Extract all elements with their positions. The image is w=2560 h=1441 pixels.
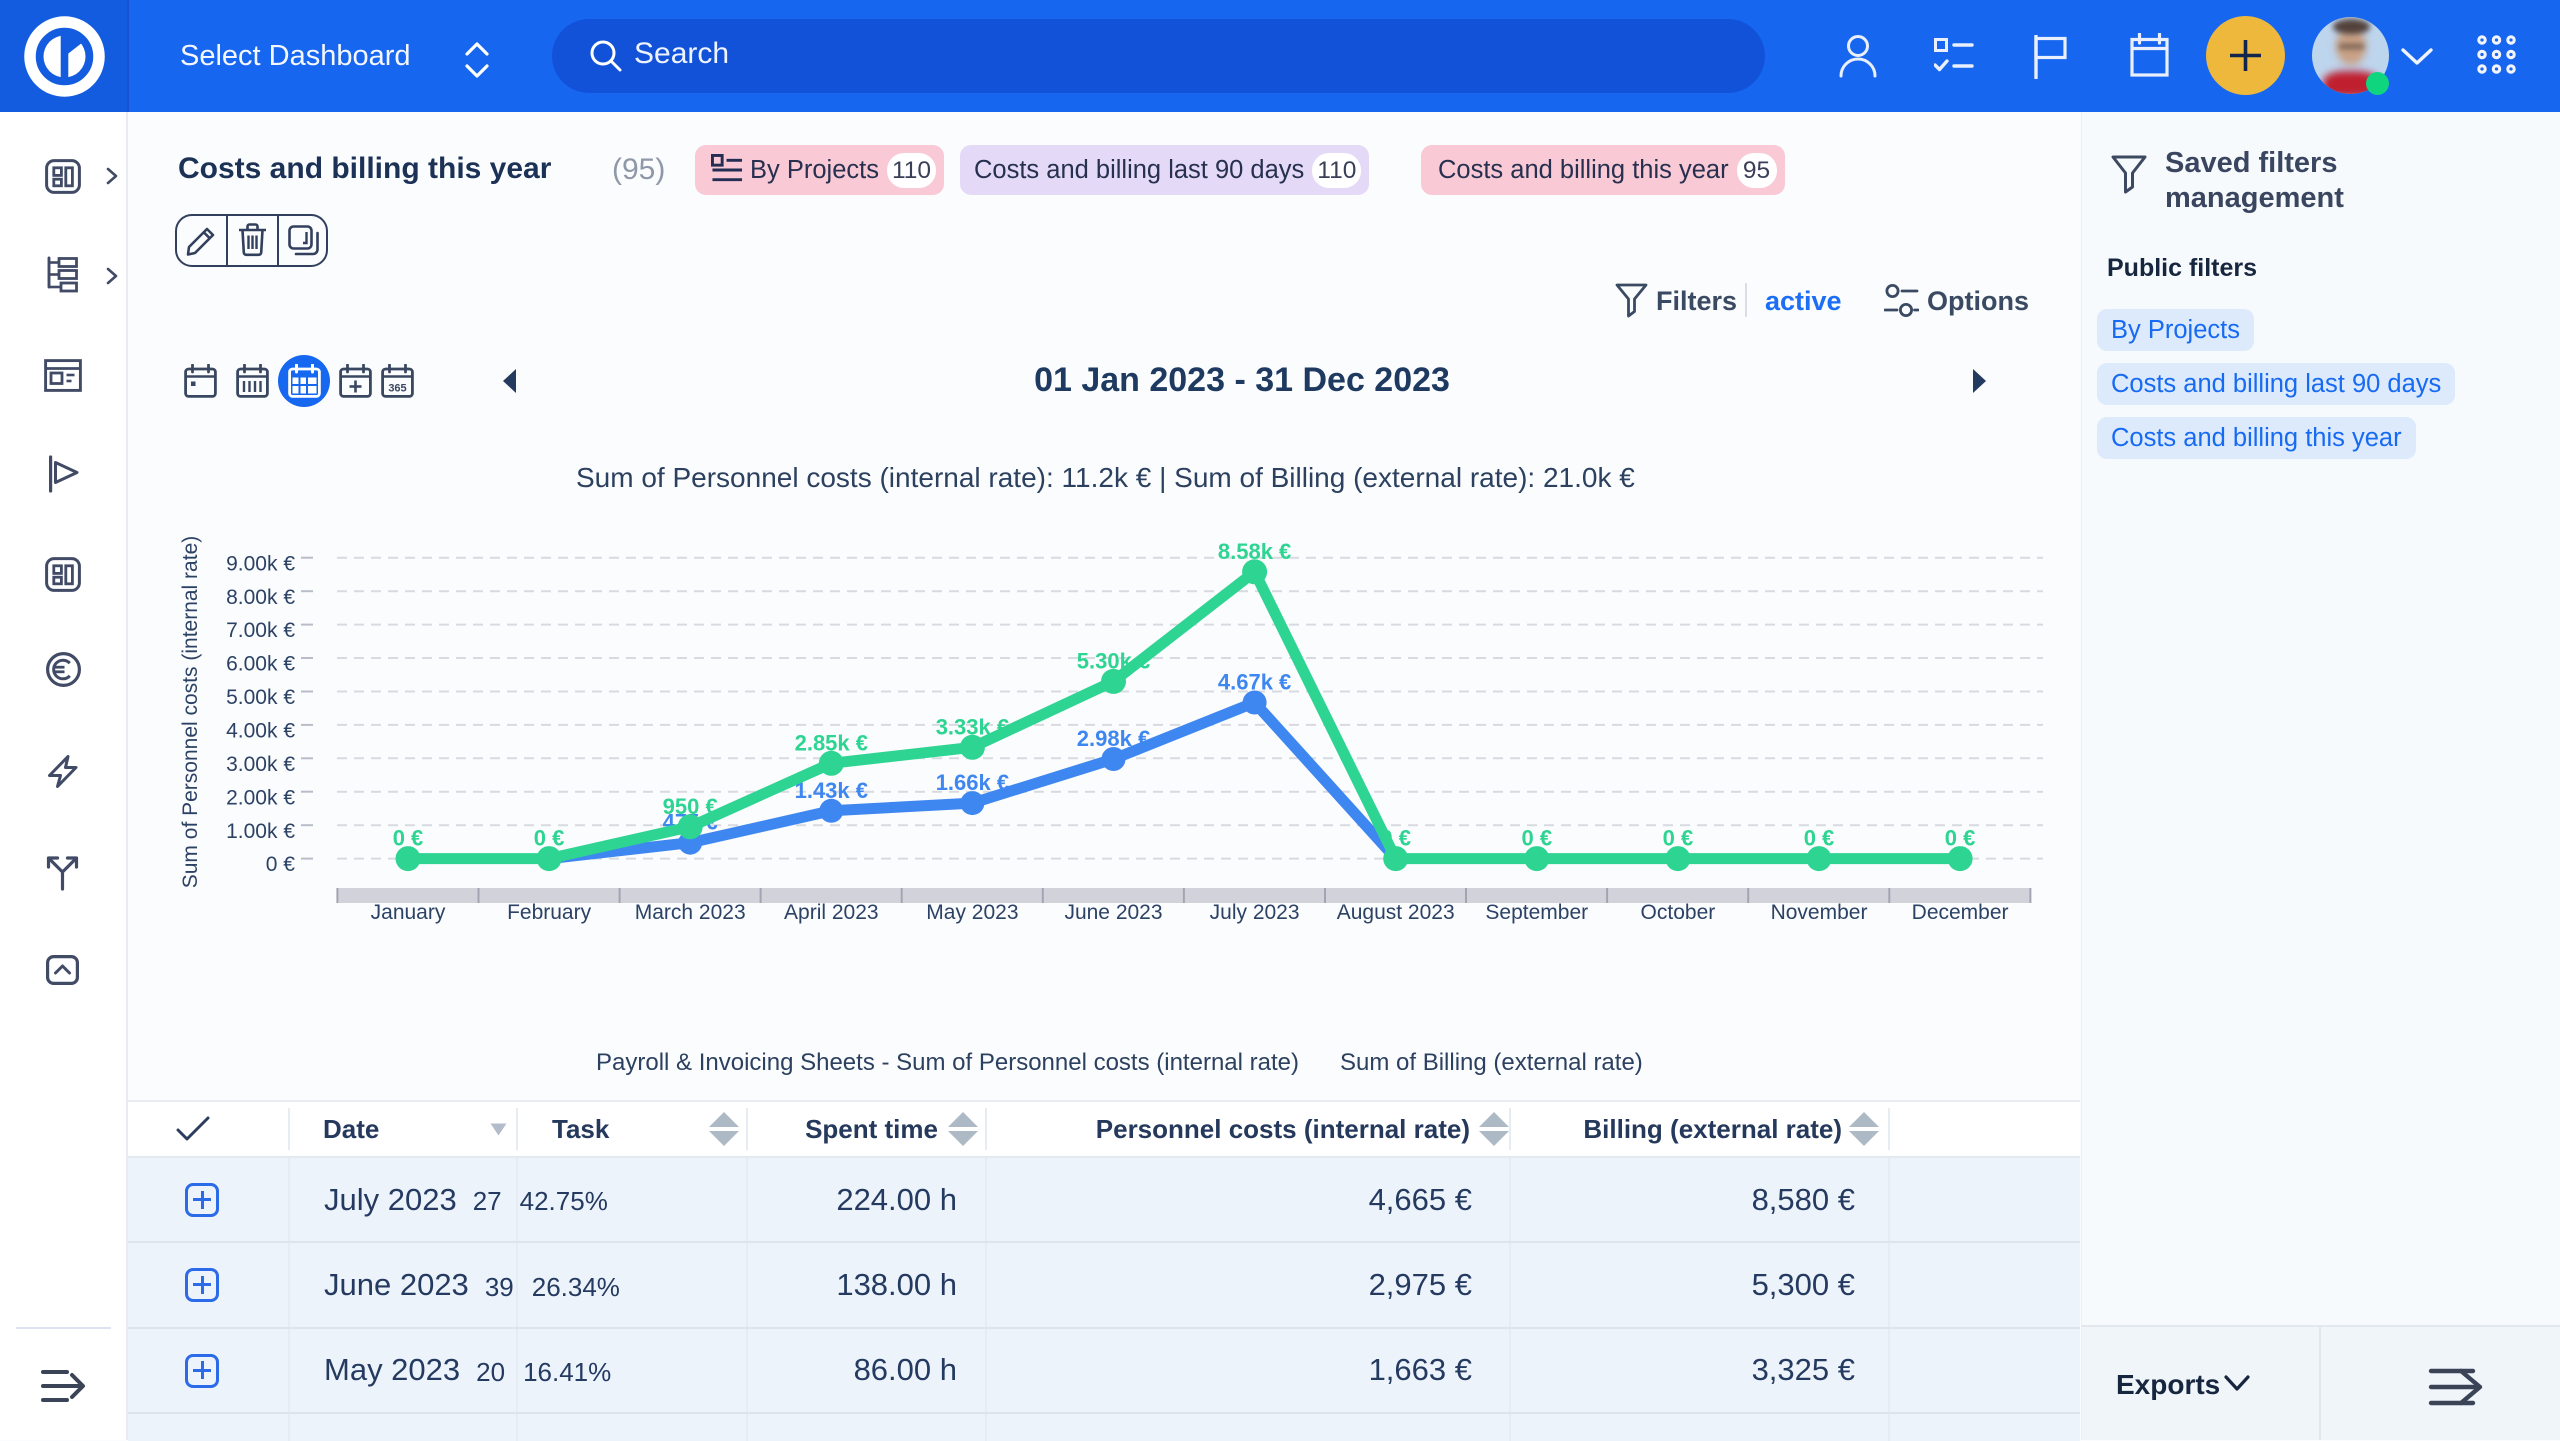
svg-text:9.00k €: 9.00k € bbox=[226, 552, 295, 575]
svg-text:5.00k €: 5.00k € bbox=[226, 686, 295, 709]
svg-text:October: October bbox=[1641, 901, 1716, 924]
svg-text:January: January bbox=[371, 901, 446, 924]
svg-text:365: 365 bbox=[388, 383, 406, 395]
svg-text:6.00k €: 6.00k € bbox=[226, 653, 295, 676]
svg-text:3.00k €: 3.00k € bbox=[226, 753, 295, 776]
svg-text:December: December bbox=[1912, 901, 2009, 924]
svg-text:0 €: 0 € bbox=[266, 853, 296, 876]
svg-text:November: November bbox=[1771, 901, 1868, 924]
svg-text:1.00k €: 1.00k € bbox=[226, 820, 295, 843]
svg-text:February: February bbox=[507, 901, 592, 924]
svg-text:April 2023: April 2023 bbox=[784, 901, 879, 924]
svg-text:8.00k €: 8.00k € bbox=[226, 586, 295, 609]
svg-text:September: September bbox=[1485, 901, 1588, 924]
svg-text:July 2023: July 2023 bbox=[1210, 901, 1300, 924]
svg-text:May 2023: May 2023 bbox=[926, 901, 1018, 924]
svg-text:June 2023: June 2023 bbox=[1064, 901, 1162, 924]
svg-text:7.00k €: 7.00k € bbox=[226, 619, 295, 642]
svg-text:August 2023: August 2023 bbox=[1337, 901, 1455, 924]
svg-text:March 2023: March 2023 bbox=[635, 901, 746, 924]
svg-text:4.00k €: 4.00k € bbox=[226, 720, 295, 743]
svg-text:Sum of Personnel costs (intern: Sum of Personnel costs (internal rate) bbox=[179, 536, 202, 889]
svg-text:2.00k €: 2.00k € bbox=[226, 786, 295, 809]
